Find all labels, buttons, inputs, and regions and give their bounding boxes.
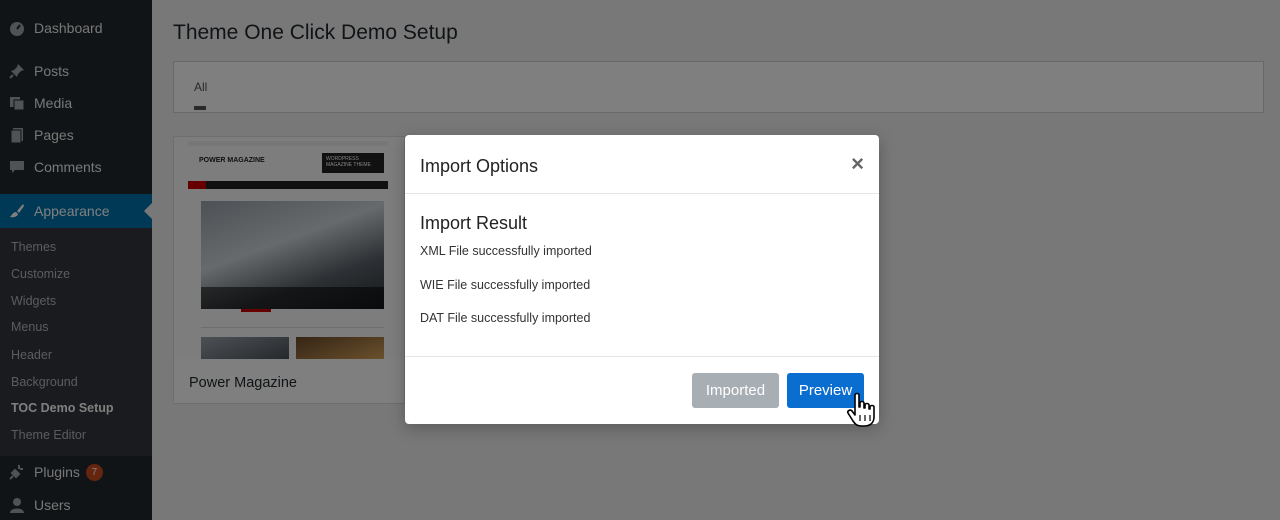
- imported-button: Imported: [692, 373, 779, 408]
- close-icon[interactable]: ×: [851, 153, 864, 175]
- modal-footer: Imported Preview: [405, 356, 879, 424]
- modal-title: Import Options: [420, 156, 539, 176]
- modal-header: Import Options ×: [405, 135, 879, 194]
- import-options-modal: Import Options × Import Result XML File …: [405, 135, 879, 424]
- import-result-title: Import Result: [420, 213, 528, 233]
- hand-pointer-icon: [847, 392, 875, 427]
- modal-body: Import Result XML File successfully impo…: [405, 195, 879, 357]
- result-line-xml: XML File successfully imported: [420, 244, 592, 258]
- result-line-wie: WIE File successfully imported: [420, 278, 591, 292]
- result-line-dat: DAT File successfully imported: [420, 311, 591, 325]
